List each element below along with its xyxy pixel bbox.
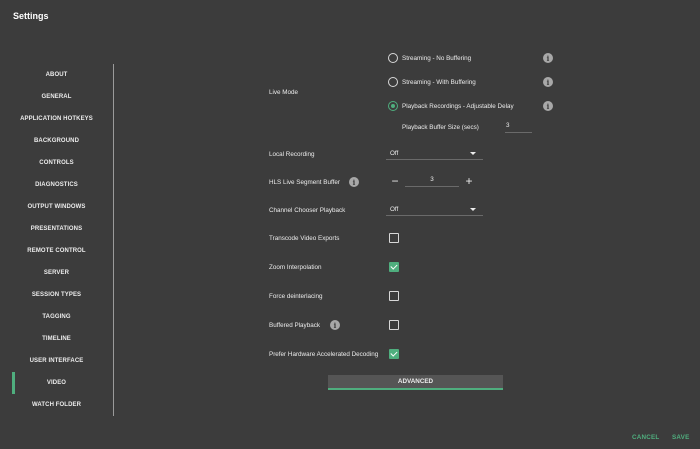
sidebar-item-label: SERVER [43, 270, 70, 276]
radio-streaming-with-buffering[interactable]: Streaming - With Buffering [388, 76, 476, 88]
radio-playback-recordings[interactable]: Playback Recordings - Adjustable Delay [388, 100, 514, 112]
save-button[interactable]: SAVE [672, 434, 689, 441]
sidebar-item-label: USER INTERFACE [29, 358, 84, 364]
force-deinterlacing-label: Force deinterlacing [269, 293, 323, 300]
radio-label: Streaming - No Buffering [402, 54, 472, 62]
sidebar-item-label: BACKGROUND [34, 138, 79, 144]
radio-label: Playback Recordings - Adjustable Delay [402, 102, 514, 110]
channel-chooser-select[interactable]: Off [386, 203, 483, 216]
radio-button[interactable] [388, 77, 398, 87]
sidebar-item-label: APPLICATION HOTKEYS [20, 116, 93, 122]
live-mode-label: Live Mode [269, 89, 299, 96]
info-icon[interactable]: i [543, 77, 553, 87]
sidebar-item-label: OUTPUT WINDOWS [27, 204, 86, 210]
local-recording-select[interactable]: Off [386, 147, 483, 160]
sidebar-item-label: TIMELINE [42, 336, 71, 342]
sidebar-item-watch-folder[interactable]: WATCH FOLDER [0, 395, 113, 415]
info-icon[interactable]: i [349, 177, 359, 187]
sidebar-item-remote-control[interactable]: REMOTE CONTROL [0, 241, 113, 261]
buffered-playback-label: Buffered Playback [269, 322, 320, 329]
sidebar-item-label: ABOUT [45, 72, 68, 78]
buffer-size-label: Playback Buffer Size (secs) [402, 124, 479, 131]
sidebar-item-user-interface[interactable]: USER INTERFACE [0, 351, 113, 371]
chevron-down-icon [470, 152, 476, 155]
select-value: Off [390, 149, 399, 157]
hw-decoding-label: Prefer Hardware Accelerated Decoding [269, 351, 379, 358]
radio-button[interactable] [388, 53, 398, 63]
sidebar-item-about[interactable]: ABOUT [0, 65, 113, 85]
transcode-label: Transcode Video Exports [269, 235, 340, 242]
sidebar-item-session-types[interactable]: SESSION TYPES [0, 285, 113, 305]
sidebar-item-application-hotkeys[interactable]: APPLICATION HOTKEYS [0, 109, 113, 129]
active-indicator [12, 372, 15, 394]
sidebar-item-background[interactable]: BACKGROUND [0, 131, 113, 151]
buffer-size-input[interactable]: 3 [505, 121, 532, 133]
force-deinterlacing-checkbox[interactable] [389, 291, 399, 301]
sidebar-item-controls[interactable]: CONTROLS [0, 153, 113, 173]
info-icon[interactable]: i [330, 320, 340, 330]
cancel-button[interactable]: CANCEL [632, 434, 659, 441]
hls-buffer-label: HLS Live Segment Buffer [269, 179, 340, 186]
radio-streaming-no-buffering[interactable]: Streaming - No Buffering [388, 52, 471, 64]
advanced-button[interactable]: ADVANCED [328, 375, 503, 390]
info-icon[interactable]: i [543, 101, 553, 111]
sidebar-item-label: SESSION TYPES [31, 292, 82, 298]
radio-label: Streaming - With Buffering [402, 78, 476, 86]
zoom-interpolation-checkbox[interactable] [389, 262, 399, 272]
sidebar-item-label: TAGGING [42, 314, 71, 320]
info-icon[interactable]: i [543, 53, 553, 63]
settings-sidebar: ABOUT GENERAL APPLICATION HOTKEYS BACKGR… [0, 64, 114, 416]
window-title: Settings [13, 11, 49, 21]
buffered-playback-checkbox[interactable] [389, 320, 399, 330]
sidebar-item-timeline[interactable]: TIMELINE [0, 329, 113, 349]
sidebar-item-presentations[interactable]: PRESENTATIONS [0, 219, 113, 239]
local-recording-label: Local Recording [269, 151, 315, 158]
sidebar-item-output-windows[interactable]: OUTPUT WINDOWS [0, 197, 113, 217]
hls-buffer-input[interactable]: 3 [405, 175, 459, 187]
sidebar-item-general[interactable]: GENERAL [0, 87, 113, 107]
sidebar-item-diagnostics[interactable]: DIAGNOSTICS [0, 175, 113, 195]
radio-button-selected[interactable] [388, 101, 398, 111]
sidebar-item-tagging[interactable]: TAGGING [0, 307, 113, 327]
transcode-checkbox[interactable] [389, 233, 399, 243]
sidebar-item-label: VIDEO [46, 380, 67, 386]
sidebar-item-label: WATCH FOLDER [31, 402, 82, 408]
channel-chooser-label: Channel Chooser Playback [269, 207, 346, 214]
sidebar-item-label: REMOTE CONTROL [27, 248, 86, 254]
minus-icon[interactable]: − [390, 175, 400, 187]
zoom-interpolation-label: Zoom Interpolation [269, 264, 322, 271]
hw-decoding-checkbox[interactable] [389, 349, 399, 359]
select-value: Off [390, 205, 399, 213]
sidebar-item-label: DIAGNOSTICS [35, 182, 78, 188]
sidebar-item-label: CONTROLS [39, 160, 74, 166]
sidebar-item-video[interactable]: VIDEO [0, 372, 113, 394]
sidebar-item-label: PRESENTATIONS [30, 226, 83, 232]
plus-icon[interactable]: + [464, 175, 474, 187]
sidebar-item-label: GENERAL [41, 94, 72, 100]
chevron-down-icon [470, 208, 476, 211]
sidebar-item-server[interactable]: SERVER [0, 263, 113, 283]
